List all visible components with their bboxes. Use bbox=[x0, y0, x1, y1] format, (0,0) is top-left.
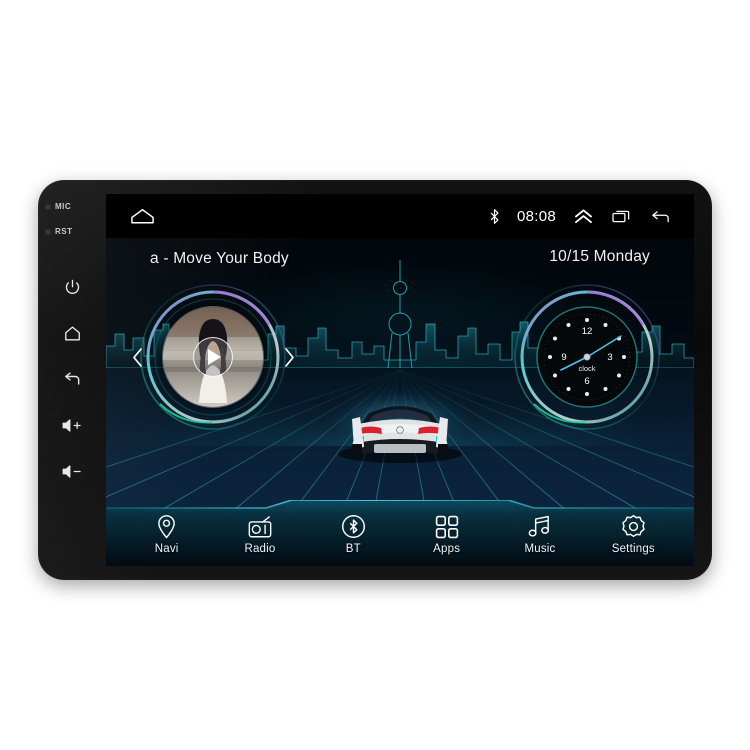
rst-led bbox=[46, 229, 50, 234]
rst-label: RST bbox=[55, 227, 73, 236]
power-icon bbox=[65, 279, 79, 294]
mic-indicator: MIC bbox=[46, 202, 98, 211]
back-icon bbox=[65, 372, 80, 385]
volume-up-button[interactable] bbox=[55, 408, 89, 442]
recent-apps-icon[interactable] bbox=[611, 208, 632, 225]
mic-led bbox=[46, 204, 50, 209]
clock-numeral-3: 3 bbox=[607, 352, 612, 363]
dock-label-apps: Apps bbox=[433, 543, 461, 555]
play-button[interactable] bbox=[193, 337, 233, 377]
dock-label-bt: BT bbox=[345, 543, 361, 555]
bluetooth-circle-icon bbox=[341, 513, 366, 539]
volume-up-icon bbox=[62, 418, 81, 432]
volume-down-icon bbox=[62, 464, 81, 478]
grid-apps-icon bbox=[435, 513, 459, 539]
dock-item-apps[interactable]: Apps bbox=[400, 513, 493, 555]
album-art[interactable] bbox=[163, 307, 263, 407]
clock-numeral-12: 12 bbox=[582, 326, 593, 337]
dock-item-settings[interactable]: Settings bbox=[587, 513, 680, 555]
previous-track-button[interactable] bbox=[126, 346, 148, 368]
dock-item-music[interactable]: Music bbox=[493, 513, 586, 555]
gear-icon bbox=[621, 513, 646, 539]
dock-item-bt[interactable]: BT bbox=[307, 513, 400, 555]
music-widget[interactable] bbox=[130, 274, 296, 440]
touchscreen[interactable]: 08:08 a - Move Your Body 10/15 Monday 12… bbox=[106, 194, 694, 566]
status-home-button[interactable] bbox=[130, 207, 155, 225]
play-icon bbox=[208, 349, 221, 365]
analog-clock: 12 3 6 9 clock bbox=[514, 284, 660, 430]
home-icon bbox=[131, 209, 154, 224]
chevron-right-icon bbox=[284, 347, 294, 367]
chevron-double-up-icon[interactable] bbox=[573, 208, 594, 225]
screenshot-root: MIC RST 08:08 a - Move Your Body 10/15 M… bbox=[0, 0, 750, 750]
status-bar: 08:08 bbox=[106, 194, 694, 238]
bluetooth-icon bbox=[490, 208, 499, 224]
clock-widget[interactable]: 12 3 6 9 clock bbox=[504, 274, 670, 440]
status-clock: 08:08 bbox=[516, 207, 556, 225]
dock-label-music: Music bbox=[524, 543, 556, 555]
next-track-button[interactable] bbox=[278, 346, 300, 368]
clock-numeral-6: 6 bbox=[584, 376, 589, 387]
clock-numeral-9: 9 bbox=[561, 352, 566, 363]
car-head-unit-device: MIC RST 08:08 a - Move Your Body 10/15 M… bbox=[38, 180, 712, 580]
volume-down-button[interactable] bbox=[55, 454, 89, 488]
dock-item-radio[interactable]: Radio bbox=[213, 513, 306, 555]
dock-item-navi[interactable]: Navi bbox=[120, 513, 213, 555]
home-icon bbox=[64, 325, 80, 341]
home-wallpaper: a - Move Your Body 10/15 Monday 12 3 6 9… bbox=[106, 238, 694, 566]
hardware-button-bar: MIC RST bbox=[38, 180, 106, 580]
music-note-icon bbox=[527, 513, 552, 539]
radio-icon bbox=[247, 513, 273, 539]
power-button[interactable] bbox=[55, 270, 89, 304]
date-display: 10/15 Monday bbox=[549, 248, 650, 265]
home-button[interactable] bbox=[55, 316, 89, 350]
status-bar-right-group: 08:08 bbox=[489, 208, 672, 225]
back-button[interactable] bbox=[55, 362, 89, 396]
dock-items: Navi Radio BT Apps Music Settings bbox=[106, 500, 694, 566]
dock-label-radio: Radio bbox=[244, 543, 276, 555]
dock-label-settings: Settings bbox=[611, 543, 655, 555]
clock-brand-label: clock bbox=[578, 364, 595, 373]
rst-indicator[interactable]: RST bbox=[46, 227, 98, 236]
location-pin-icon bbox=[156, 513, 177, 539]
chevron-left-icon bbox=[132, 347, 142, 367]
now-playing-title: a - Move Your Body bbox=[150, 250, 289, 267]
mic-label: MIC bbox=[55, 202, 72, 211]
app-dock: Navi Radio BT Apps Music Settings bbox=[106, 500, 694, 566]
dock-label-navi: Navi bbox=[154, 543, 179, 555]
back-arrow-icon[interactable] bbox=[649, 208, 672, 225]
